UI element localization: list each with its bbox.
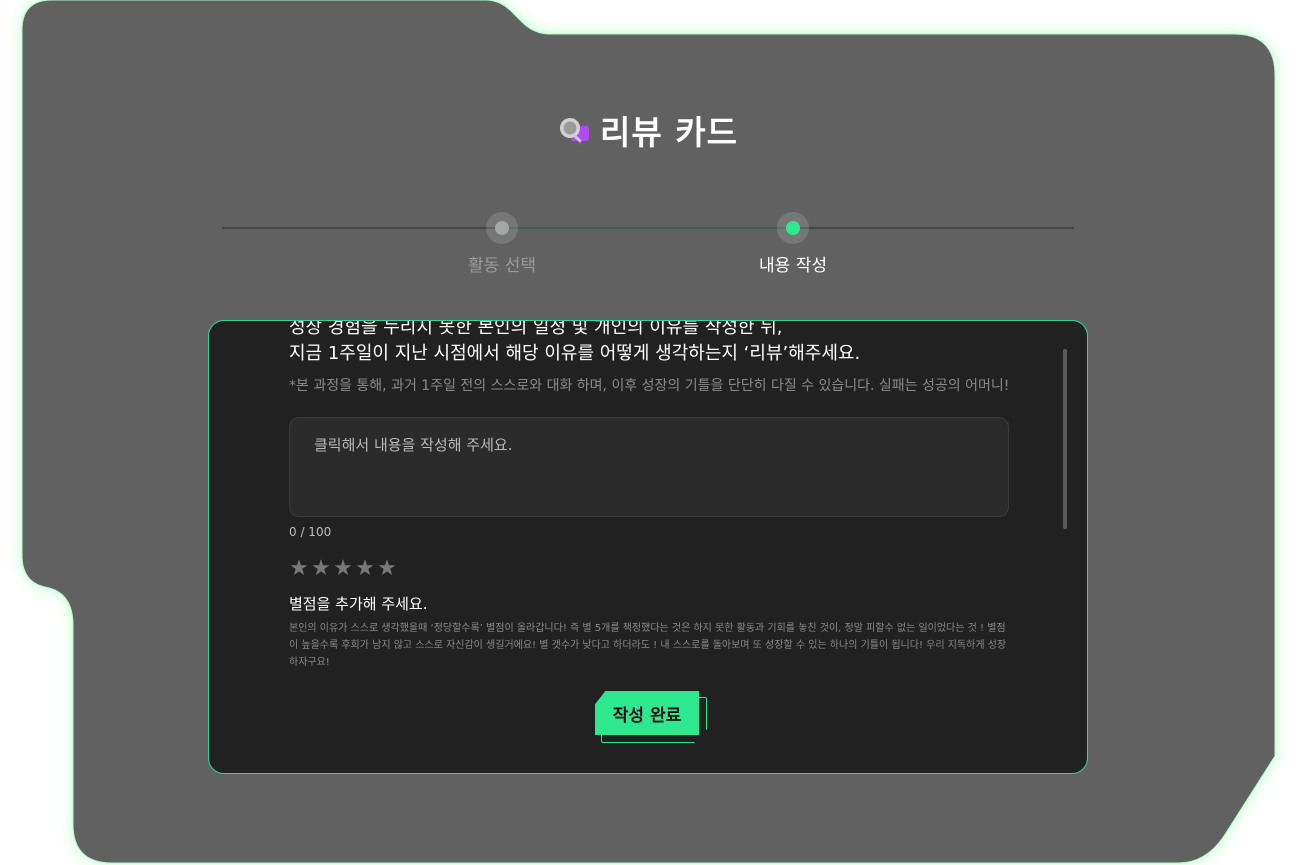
step-1-label[interactable]: 활동 선택 xyxy=(422,251,582,276)
star-icon[interactable]: ★ xyxy=(377,557,397,581)
rating-description: 본인의 이유가 스스로 생각했을때 ‘정당할수록’ 별점이 올라갑니다! 즉 별… xyxy=(289,623,1007,668)
scrollbar[interactable] xyxy=(1063,349,1067,529)
submit-button[interactable]: 작성 완료 xyxy=(595,691,699,735)
question-line-2: 지금 1주일이 지난 시점에서 해당 이유를 어떻게 생각하는지 ‘리뷰’해주세… xyxy=(289,343,861,364)
character-counter: 0 / 100 xyxy=(289,525,332,539)
step-1-indicator[interactable] xyxy=(486,212,518,244)
star-icon[interactable]: ★ xyxy=(333,557,353,581)
submit-button-wrapper: 작성 완료 xyxy=(595,691,707,745)
step-1-dot xyxy=(495,221,509,235)
rating-title: 별점을 추가해 주세요. xyxy=(289,595,428,613)
progress-stepper: 활동 선택 내용 작성 xyxy=(222,205,1074,285)
textarea-placeholder: 클릭해서 내용을 작성해 주세요. xyxy=(314,436,513,454)
hint-text: *본 과정을 통해, 과거 1주일 전의 스스로와 대화 하며, 이후 성장의 … xyxy=(289,378,1010,394)
scrollbar-thumb[interactable] xyxy=(1063,349,1067,529)
star-icon[interactable]: ★ xyxy=(311,557,331,581)
speech-bubble-search-icon xyxy=(560,118,590,145)
step-2-indicator[interactable] xyxy=(777,212,809,244)
step-2-dot xyxy=(786,221,800,235)
star-icon[interactable]: ★ xyxy=(355,557,375,581)
review-textarea[interactable]: 클릭해서 내용을 작성해 주세요. xyxy=(289,417,1009,517)
star-rating[interactable]: ★ ★ ★ ★ ★ xyxy=(289,557,397,581)
review-form-card: 성장 경험을 누리지 못한 본인의 일정 및 개인의 이유를 작성한 뒤, 지금… xyxy=(208,320,1088,774)
star-icon[interactable]: ★ xyxy=(289,557,309,581)
question-line-1: 성장 경험을 누리지 못한 본인의 일정 및 개인의 이유를 작성한 뒤, xyxy=(289,320,783,338)
step-2-label[interactable]: 내용 작성 xyxy=(713,251,873,276)
step-track-progress xyxy=(502,227,793,229)
page-title: 리뷰 카드 xyxy=(600,113,738,152)
header: 리뷰 카드 xyxy=(0,108,1296,152)
